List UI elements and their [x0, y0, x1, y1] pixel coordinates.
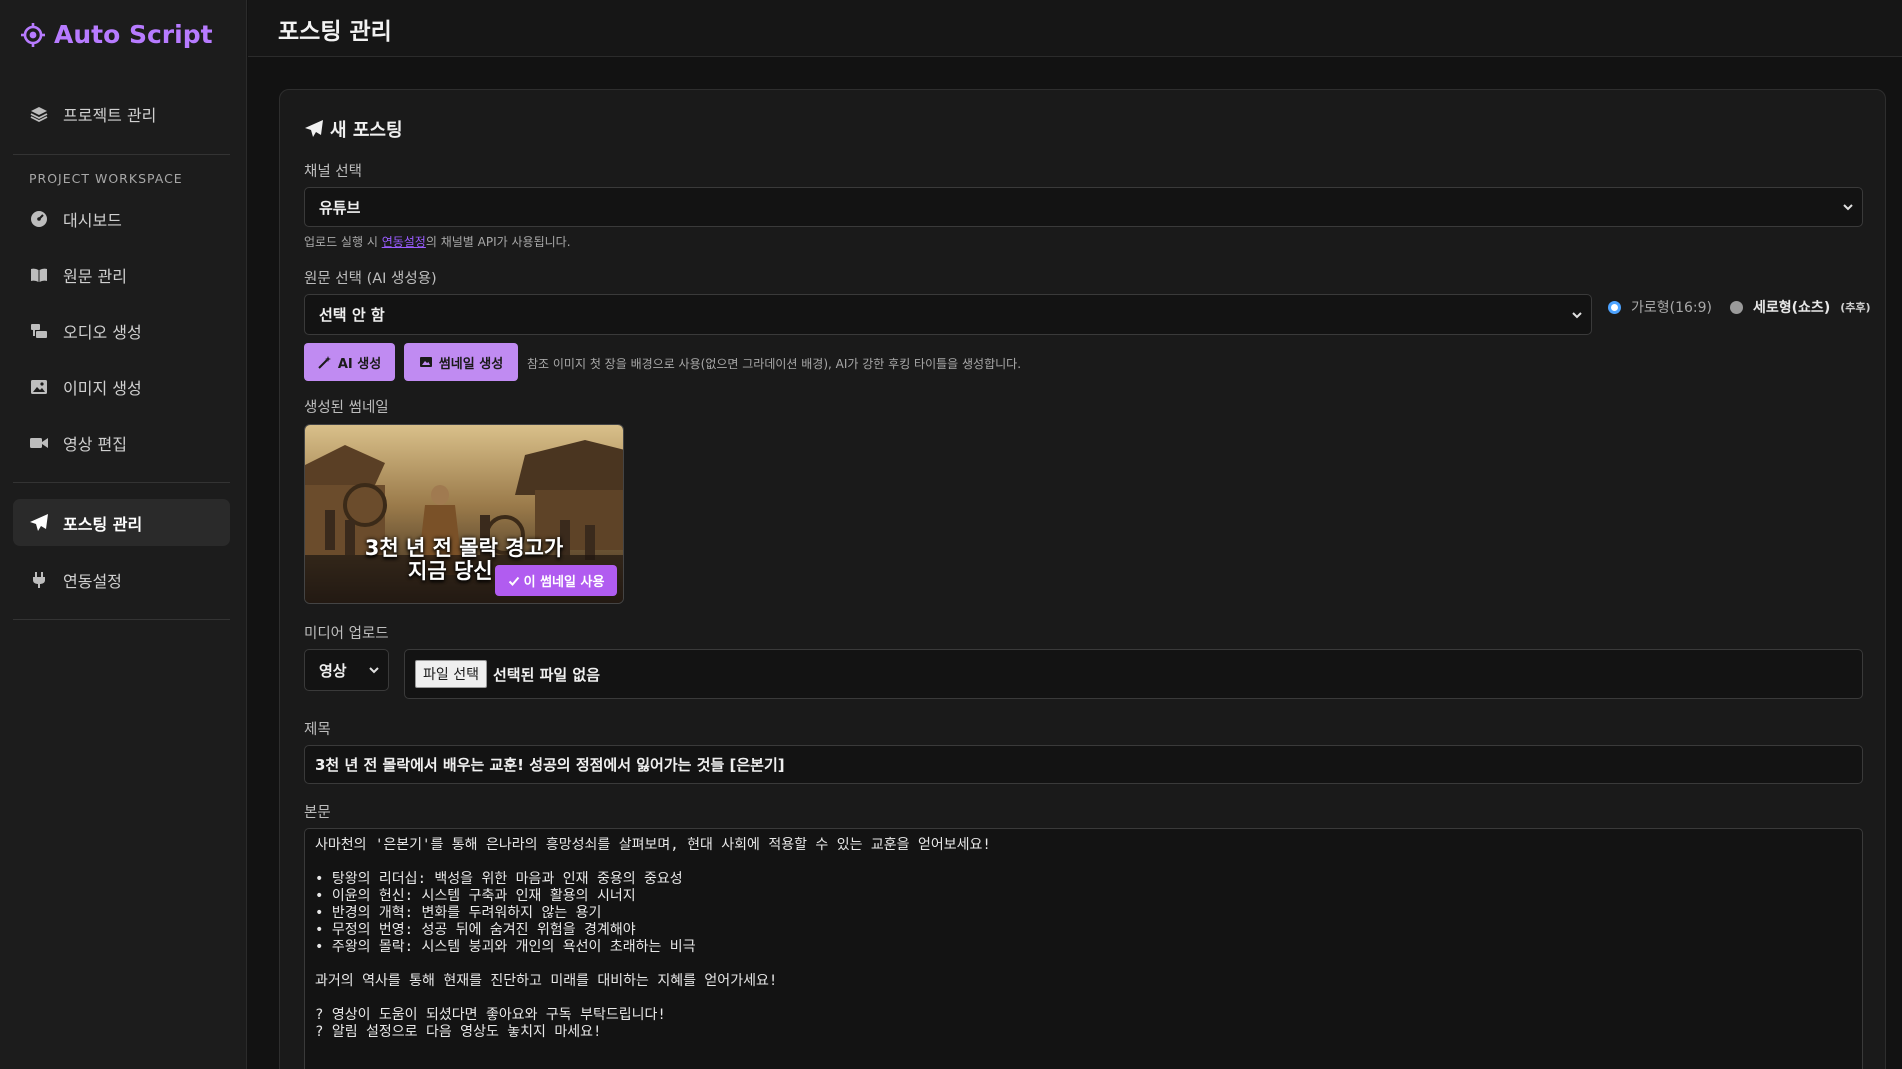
image-icon — [419, 357, 432, 367]
sidebar-item-projects[interactable]: 프로젝트 관리 — [13, 90, 230, 137]
media-type-value: 영상 — [319, 661, 347, 680]
orientation-radio-group: 가로형(16:9) 세로형(쇼츠) (추후) — [1608, 294, 1871, 320]
chevron-down-icon — [1572, 311, 1582, 318]
sidebar-item-source[interactable]: 원문 관리 — [13, 251, 230, 298]
video-camera-icon — [30, 437, 48, 448]
source-select-value: 선택 안 함 — [319, 306, 385, 324]
sidebar-item-label: 프로젝트 관리 — [63, 105, 157, 125]
plug-icon — [33, 571, 45, 588]
ai-generate-button[interactable]: AI 생성 — [304, 343, 395, 381]
channel-hint-pre: 업로드 실행 시 — [304, 235, 382, 249]
chevron-down-icon — [1843, 204, 1853, 211]
source-label: 원문 선택 (AI 생성용) — [304, 271, 437, 287]
sidebar-item-label: 이미지 생성 — [63, 378, 142, 398]
sidebar-item-video[interactable]: 영상 편집 — [13, 419, 230, 466]
channel-select[interactable]: 유튜브 — [304, 187, 1863, 227]
chevron-down-icon — [369, 667, 379, 674]
radio-portrait[interactable] — [1730, 300, 1744, 314]
radio-landscape-label[interactable]: 가로형(16:9) — [1631, 297, 1712, 317]
sidebar-divider — [13, 482, 230, 483]
thumbnail-hint: 참조 이미지 첫 장을 배경으로 사용(없으면 그라데이션 배경), AI가 강… — [527, 357, 1022, 371]
body-textarea[interactable]: 사마천의 '은본기'를 통해 은나라의 흥망성쇠를 살펴보며, 현대 사회에 적… — [304, 828, 1863, 1069]
image-icon — [31, 379, 47, 394]
gauge-icon — [31, 210, 47, 227]
magic-wand-icon — [318, 356, 331, 369]
file-select-button[interactable]: 파일 선택 — [415, 660, 487, 688]
audio-icon — [31, 323, 47, 338]
use-thumbnail-button[interactable]: 이 썸네일 사용 — [495, 565, 617, 596]
sidebar-item-label: 원문 관리 — [63, 266, 127, 286]
use-thumbnail-label: 이 썸네일 사용 — [523, 575, 605, 590]
title-label: 제목 — [304, 722, 331, 738]
check-icon — [508, 576, 519, 586]
sidebar-item-label: 영상 편집 — [63, 434, 127, 454]
body-label: 본문 — [304, 805, 331, 821]
radio-portrait-note: (추후) — [1840, 301, 1871, 314]
sidebar-item-label: 오디오 생성 — [63, 322, 142, 342]
book-open-icon — [31, 268, 47, 282]
sidebar-item-dashboard[interactable]: 대시보드 — [13, 195, 230, 242]
sidebar-item-label: 포스팅 관리 — [63, 514, 143, 534]
paper-plane-icon — [305, 120, 323, 137]
brand[interactable]: Auto Script — [20, 20, 213, 49]
crosshair-icon — [21, 22, 45, 47]
new-posting-card: 새 포스팅 채널 선택 유튜브 업로드 실행 시 연동설정의 채널별 API가 … — [279, 89, 1886, 1069]
top-bar: 포스팅 관리 — [248, 0, 1902, 57]
media-upload-label: 미디어 업로드 — [304, 626, 389, 642]
integration-link[interactable]: 연동설정 — [382, 235, 426, 249]
sidebar-divider — [13, 154, 230, 155]
channel-hint-post: 의 채널별 API가 사용됩니다. — [425, 235, 571, 249]
generated-thumbnail-label: 생성된 썸네일 — [304, 400, 389, 416]
sidebar-item-audio[interactable]: 오디오 생성 — [13, 307, 230, 354]
channel-select-value: 유튜브 — [319, 198, 361, 217]
card-title: 새 포스팅 — [304, 116, 403, 142]
thumbnail-generate-label: 썸네일 생성 — [438, 356, 504, 372]
thumbnail-generate-button[interactable]: 썸네일 생성 — [404, 343, 518, 381]
sidebar: Auto Script 프로젝트 관리 PROJECT WORKSPACE 대시… — [0, 0, 247, 1069]
sidebar-item-image[interactable]: 이미지 생성 — [13, 363, 230, 410]
sidebar-divider — [13, 619, 230, 620]
source-select[interactable]: 선택 안 함 — [304, 294, 1592, 335]
sidebar-item-label: 대시보드 — [63, 210, 122, 230]
section-label: PROJECT WORKSPACE — [29, 171, 183, 186]
file-upload-field[interactable]: 파일 선택 선택된 파일 없음 — [404, 649, 1863, 699]
paper-plane-icon — [30, 513, 48, 531]
card-title-text: 새 포스팅 — [330, 120, 403, 141]
file-status: 선택된 파일 없음 — [492, 665, 601, 684]
channel-hint: 업로드 실행 시 연동설정의 채널별 API가 사용됩니다. — [304, 233, 571, 250]
page-title: 포스팅 관리 — [278, 19, 392, 45]
sidebar-item-label: 연동설정 — [63, 571, 122, 591]
channel-label: 채널 선택 — [304, 164, 362, 180]
thumbnail-caption-line1: 3천 년 전 몰락 경고가 — [364, 536, 564, 560]
brand-name: Auto Script — [54, 20, 213, 49]
radio-portrait-label[interactable]: 세로형(쇼츠) — [1753, 297, 1830, 317]
sidebar-item-posting[interactable]: 포스팅 관리 — [13, 499, 230, 546]
radio-landscape[interactable] — [1608, 300, 1621, 314]
media-type-select[interactable]: 영상 — [304, 649, 389, 691]
sidebar-item-integration[interactable]: 연동설정 — [13, 556, 230, 603]
layers-icon — [30, 106, 48, 122]
title-input[interactable]: 3천 년 전 몰락에서 배우는 교훈! 성공의 정점에서 잃어가는 것들 [은본… — [304, 745, 1863, 784]
ai-generate-label: AI 생성 — [337, 356, 382, 372]
